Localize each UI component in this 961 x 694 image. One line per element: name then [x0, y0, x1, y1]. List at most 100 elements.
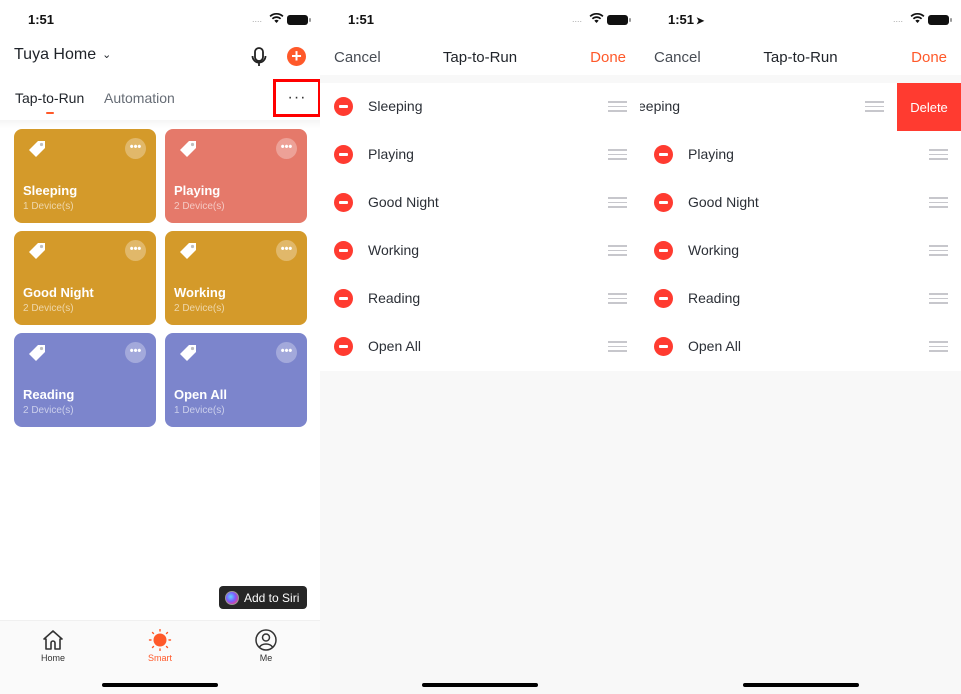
scene-device-count: 2 Device(s) [174, 303, 225, 314]
nav-smart[interactable]: Smart [130, 629, 190, 663]
card-more-button[interactable]: ••• [125, 240, 146, 261]
scene-device-count: 1 Device(s) [23, 201, 74, 212]
item-label: Open All [688, 338, 741, 354]
item-label: Sleeping [368, 98, 423, 114]
item-label: Good Night [688, 194, 759, 210]
drag-handle-icon[interactable] [608, 197, 627, 208]
remove-icon[interactable] [334, 289, 353, 308]
siri-icon [225, 590, 239, 605]
scene-name: Sleeping [23, 183, 78, 198]
nav-home[interactable]: Home [23, 629, 83, 663]
add-to-siri-label: Add to Siri [244, 590, 300, 605]
remove-icon[interactable] [654, 289, 673, 308]
tag-icon [180, 243, 196, 259]
card-more-button[interactable]: ••• [276, 138, 297, 159]
nav-me[interactable]: Me [236, 629, 296, 663]
status-bar: 1:51 .... [320, 0, 640, 40]
remove-icon[interactable] [654, 145, 673, 164]
item-label: Working [688, 242, 740, 258]
edit-scenes-screen: 1:51 .... Cancel Tap-to-Run Done Sleepin… [320, 0, 640, 694]
active-tab-indicator [46, 112, 54, 114]
scene-card-open-all[interactable]: ••• Open All 1 Device(s) [165, 333, 307, 427]
drag-handle-icon[interactable] [929, 245, 948, 256]
home-indicator [102, 683, 218, 687]
person-icon [255, 629, 277, 651]
signal-icon: .... [571, 14, 582, 24]
remove-icon[interactable] [334, 337, 353, 356]
done-button[interactable]: Done [911, 49, 947, 66]
scene-device-count: 2 Device(s) [174, 201, 225, 212]
list-item: Reading [640, 275, 961, 323]
remove-icon[interactable] [334, 145, 353, 164]
scene-device-count: 2 Device(s) [23, 303, 74, 314]
remove-icon[interactable] [334, 241, 353, 260]
status-time: 1:51 [28, 12, 55, 27]
remove-icon[interactable] [334, 193, 353, 212]
card-more-button[interactable]: ••• [276, 240, 297, 261]
wifi-icon [269, 12, 284, 23]
scene-name: Working [174, 285, 226, 300]
drag-handle-icon[interactable] [929, 293, 948, 304]
add-scene-button[interactable]: + [287, 47, 306, 66]
drag-handle-icon[interactable] [608, 293, 627, 304]
item-label: Playing [688, 146, 734, 162]
item-label: Open All [368, 338, 421, 354]
done-button[interactable]: Done [590, 49, 626, 66]
item-label: Reading [688, 290, 741, 306]
drag-handle-icon[interactable] [929, 149, 948, 160]
tag-icon [29, 243, 45, 259]
scene-name: Reading [23, 387, 75, 402]
scene-card-reading[interactable]: ••• Reading 2 Device(s) [14, 333, 156, 427]
drag-handle-icon[interactable] [929, 341, 948, 352]
remove-icon[interactable] [654, 241, 673, 260]
drag-handle-icon[interactable] [929, 197, 948, 208]
more-options-button[interactable]: ··· [273, 79, 320, 117]
nav-smart-label: Smart [147, 653, 172, 663]
tab-tap-to-run[interactable]: Tap-to-Run [15, 90, 84, 106]
list-item: Good Night [640, 179, 961, 227]
scene-device-count: 2 Device(s) [23, 405, 74, 416]
delete-button[interactable]: Delete [897, 83, 961, 131]
tag-icon [180, 345, 196, 361]
card-more-button[interactable]: ••• [125, 342, 146, 363]
chevron-down-icon: ⌄ [102, 48, 112, 61]
remove-icon[interactable] [654, 193, 673, 212]
card-more-button[interactable]: ••• [125, 138, 146, 159]
status-time: 1:51 [348, 12, 375, 27]
add-to-siri-button[interactable]: Add to Siri [219, 586, 307, 609]
list-item: Reading [320, 275, 640, 323]
scene-name: Good Night [23, 285, 94, 300]
list-item: Sleeping [320, 83, 640, 131]
nav-home-label: Home [40, 653, 65, 663]
scene-card-working[interactable]: ••• Working 2 Device(s) [165, 231, 307, 325]
drag-handle-icon[interactable] [608, 341, 627, 352]
remove-icon[interactable] [654, 337, 673, 356]
scene-card-sleeping[interactable]: ••• Sleeping 1 Device(s) [14, 129, 156, 223]
battery-icon [287, 15, 311, 25]
list-item: Working [640, 227, 961, 275]
scene-edit-list: Sleeping Playing Good Night Working Read… [320, 83, 640, 371]
wifi-icon [589, 12, 604, 23]
card-more-button[interactable]: ••• [276, 342, 297, 363]
home-selector[interactable]: Tuya Home ⌄ [14, 46, 111, 64]
tab-automation[interactable]: Automation [104, 90, 175, 106]
scene-card-playing[interactable]: ••• Playing 2 Device(s) [165, 129, 307, 223]
drag-handle-icon[interactable] [608, 101, 627, 112]
drag-handle-icon[interactable] [608, 149, 627, 160]
microphone-icon[interactable] [249, 46, 269, 68]
swipe-delete-screen: 1:51 ➤ .... Cancel Tap-to-Run Done eeping… [640, 0, 961, 694]
drag-handle-icon[interactable] [608, 245, 627, 256]
remove-icon[interactable] [334, 97, 353, 116]
location-arrow-icon: ➤ [696, 16, 705, 27]
smart-screen: 1:51 .... Tuya Home ⌄ + Tap-to-Run Autom… [0, 0, 320, 694]
scene-card-good-night[interactable]: ••• Good Night 2 Device(s) [14, 231, 156, 325]
ellipsis-icon: ··· [287, 89, 307, 106]
list-item: Good Night [320, 179, 640, 227]
drag-handle-icon[interactable] [865, 101, 884, 112]
item-label: eeping [640, 98, 681, 114]
tag-icon [29, 141, 45, 157]
item-label: Reading [368, 290, 421, 306]
tag-icon [29, 345, 45, 361]
nav-bar: Cancel Tap-to-Run Done [640, 40, 961, 75]
wifi-icon [910, 12, 925, 23]
